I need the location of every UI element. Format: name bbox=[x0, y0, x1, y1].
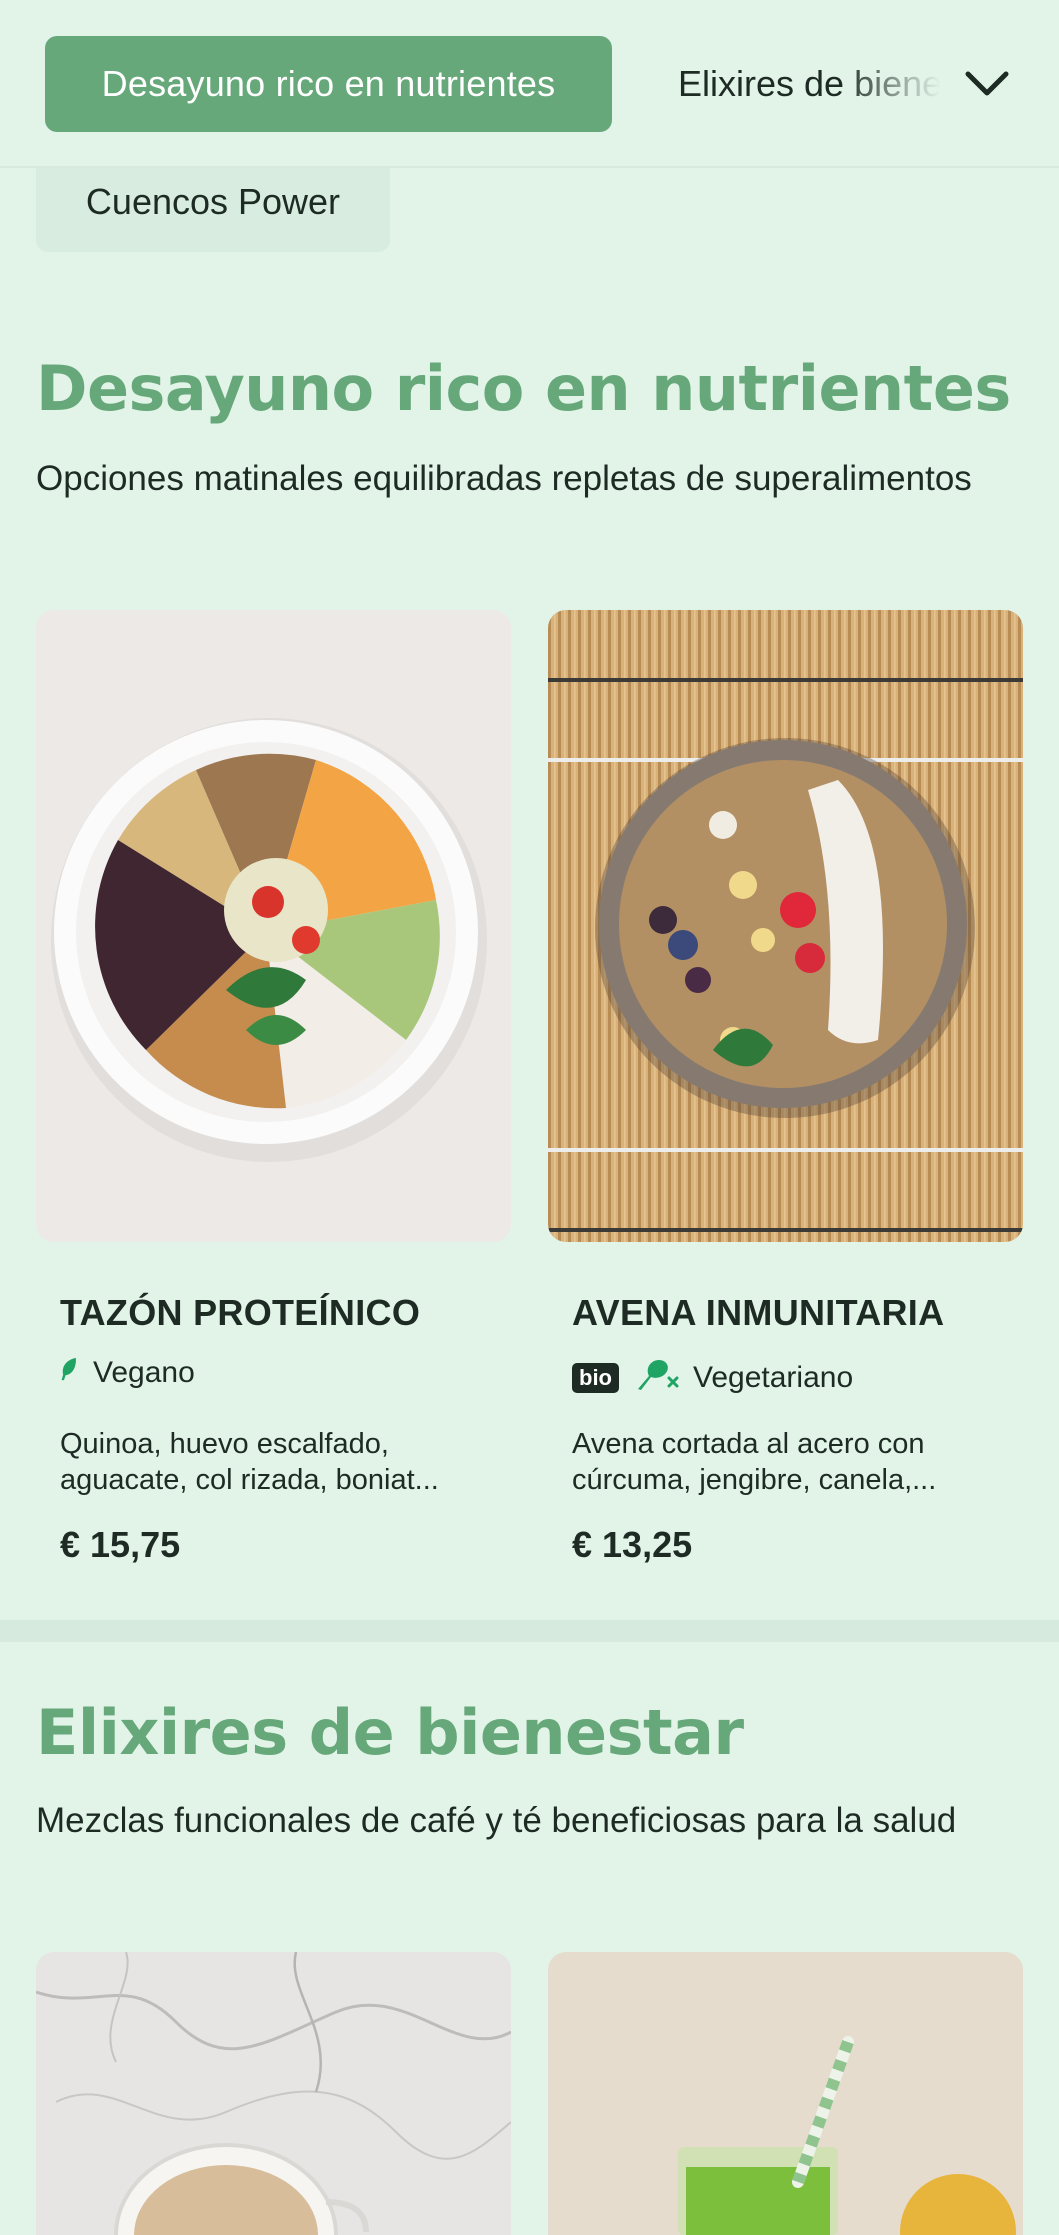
section-subtitle: Opciones matinales equilibradas repletas… bbox=[36, 459, 972, 498]
chevron-down-icon[interactable] bbox=[962, 60, 1012, 110]
category-tab-bar: Desayuno rico en nutrientes Elixires de … bbox=[0, 0, 1059, 168]
no-meat-icon bbox=[635, 1356, 679, 1400]
tab-elixires[interactable]: Elixires de bienestar bbox=[678, 36, 940, 132]
product-image-elixir-verde[interactable] bbox=[548, 1952, 1023, 2235]
product-description: Quinoa, huevo escalfado, aguacate, col r… bbox=[60, 1426, 500, 1498]
description-line: Avena cortada al acero con bbox=[572, 1428, 925, 1460]
description-line: Quinoa, huevo escalfado, bbox=[60, 1428, 389, 1460]
section-subtitle: Mezclas funcionales de café y té benefic… bbox=[36, 1801, 957, 1840]
menu-page: Desayuno rico en nutrientes Elixires de … bbox=[0, 0, 1059, 2235]
section-title: Elixires de bienestar bbox=[36, 1696, 744, 1769]
product-description: Avena cortada al acero con cúrcuma, jeng… bbox=[572, 1426, 1012, 1498]
leaf-icon bbox=[60, 1356, 79, 1390]
tab-desayuno[interactable]: Desayuno rico en nutrientes bbox=[45, 36, 612, 132]
section-divider bbox=[0, 1620, 1059, 1642]
diet-tag: Vegano bbox=[60, 1356, 195, 1390]
product-price: € 13,25 bbox=[572, 1524, 693, 1565]
product-price: € 15,75 bbox=[60, 1524, 181, 1565]
bio-badge: bio bbox=[572, 1363, 619, 1393]
product-image-elixir-latte[interactable] bbox=[36, 1952, 511, 2235]
description-line: aguacate, col rizada, boniat... bbox=[60, 1464, 439, 1496]
diet-tag: bio Vegetariano bbox=[572, 1356, 853, 1400]
description-line: cúrcuma, jengibre, canela,... bbox=[572, 1464, 937, 1496]
product-image-tazon-proteinico[interactable] bbox=[36, 610, 511, 1242]
section-title: Desayuno rico en nutrientes bbox=[36, 352, 1011, 425]
product-name[interactable]: TAZÓN PROTEÍNICO bbox=[60, 1292, 420, 1334]
diet-label: Vegetariano bbox=[693, 1361, 854, 1394]
product-image-avena-inmunitaria[interactable] bbox=[548, 610, 1023, 1242]
product-name[interactable]: AVENA INMUNITARIA bbox=[572, 1292, 944, 1334]
diet-label: Vegano bbox=[93, 1356, 195, 1389]
